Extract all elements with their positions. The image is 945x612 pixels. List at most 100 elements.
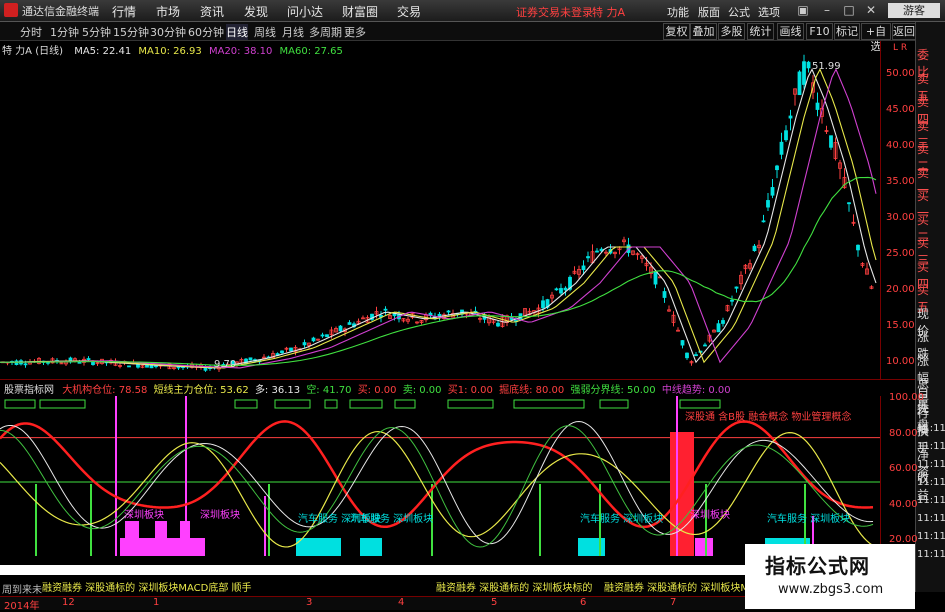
period-multi[interactable]: 多周期 <box>309 24 342 40</box>
y-tick: 10.00 <box>886 356 915 367</box>
guest-button[interactable]: 游客 <box>888 3 940 18</box>
x-label: 12 <box>62 597 75 608</box>
menu-discover[interactable]: 发现 <box>244 3 268 20</box>
menu-market[interactable]: 市场 <box>156 3 180 20</box>
ind-value: 中线趋势: 0.00 <box>661 385 731 396</box>
candle-body <box>766 200 770 208</box>
sector-block <box>360 538 382 556</box>
menu-quotes[interactable]: 行情 <box>112 3 136 20</box>
restore-icon[interactable]: ▣ <box>796 3 810 17</box>
f10-button[interactable]: F10 <box>806 23 833 40</box>
period-more[interactable]: 更多 <box>344 24 366 40</box>
y-tick: 35.00 <box>886 176 915 187</box>
y-tick: 20.00 <box>886 284 915 295</box>
candle-body <box>496 322 500 327</box>
time-value: 11:11 <box>917 495 945 506</box>
time-column: 11:11 11:11 11:11 11:11 11:11 11:11 11:1… <box>917 420 945 564</box>
candle-body <box>302 342 307 346</box>
ma20-line <box>0 68 877 369</box>
adjust-button[interactable]: 复权 <box>663 23 690 40</box>
sector-label: 汽车服务 深圳板块 <box>580 514 664 525</box>
menu-layout[interactable]: 版面 <box>698 4 720 20</box>
y-tick: 45.00 <box>886 104 915 115</box>
brand-url: www.zbgs3.com <box>778 582 884 597</box>
candle-body <box>23 363 28 366</box>
period-timeshare[interactable]: 分时 <box>20 24 42 40</box>
maximize-icon[interactable]: □ <box>842 3 856 17</box>
period-15min[interactable]: 15分钟 <box>113 24 149 40</box>
candle-body <box>716 323 721 333</box>
ind-y-tick: 60.00 <box>889 463 918 474</box>
ind-value: 强弱分界线: 50.00 <box>570 385 656 396</box>
minimize-icon[interactable]: – <box>820 3 834 17</box>
stats-button[interactable]: 统计 <box>747 23 774 40</box>
candle-body <box>347 322 352 325</box>
period-daily[interactable]: 日线 <box>226 24 248 40</box>
period-30min[interactable]: 30分钟 <box>150 24 186 40</box>
sector-label: 深圳板块 <box>200 510 240 521</box>
candle-body <box>734 286 739 289</box>
indicator-name[interactable]: 股票指标网 <box>4 385 54 396</box>
sector-block <box>296 538 341 556</box>
y-tick: 40.00 <box>886 140 915 151</box>
time-value: 11:11 <box>917 549 945 560</box>
candle-body <box>784 130 788 141</box>
bottom-left-text: 周到来未 <box>2 585 42 596</box>
candle-body <box>829 135 833 148</box>
period-60min[interactable]: 60分钟 <box>188 24 224 40</box>
sector-block <box>120 538 205 556</box>
x-label: 6 <box>580 597 587 608</box>
draw-button[interactable]: 画线 <box>777 23 804 40</box>
sector-label: 深圳板块 <box>690 510 730 521</box>
menu-function[interactable]: 功能 <box>667 4 689 20</box>
x-label: 1 <box>153 597 160 608</box>
signal-box <box>599 399 629 409</box>
period-1min[interactable]: 1分钟 <box>50 24 79 40</box>
menu-news[interactable]: 资讯 <box>200 3 224 20</box>
candle-body <box>586 256 590 259</box>
candle-body <box>383 308 388 311</box>
signal-box <box>513 399 585 409</box>
sector-block <box>155 521 167 539</box>
add-watchlist-button[interactable]: +自选 <box>861 23 891 53</box>
time-value: 11:11 <box>917 513 945 524</box>
x-label: 4 <box>398 597 405 608</box>
ma10-line <box>0 68 877 369</box>
close-icon[interactable]: ✕ <box>864 3 878 17</box>
candle-body <box>847 202 851 205</box>
candle-body <box>770 187 775 196</box>
overlay-button[interactable]: 叠加 <box>690 23 717 40</box>
menu-formula[interactable]: 公式 <box>728 4 750 20</box>
period-weekly[interactable]: 周线 <box>254 24 276 40</box>
time-value: 11:11 <box>917 459 945 470</box>
period-5min[interactable]: 5分钟 <box>82 24 111 40</box>
candle-body <box>856 244 860 251</box>
y-tick: 50.00 <box>886 68 915 79</box>
multi-stock-button[interactable]: 多股 <box>718 23 745 40</box>
y-tick: 25.00 <box>886 248 915 259</box>
watermark-brand: 指标公式网 www.zbgs3.com <box>745 544 915 609</box>
menu-ask[interactable]: 问小达 <box>287 3 323 20</box>
ind-value: 掘底线: 80.00 <box>499 385 565 396</box>
candle-body <box>446 310 451 313</box>
ind-value: 买: 0.00 <box>357 385 397 396</box>
menu-trade[interactable]: 交易 <box>397 3 421 20</box>
candle-body <box>559 288 563 294</box>
mark-button[interactable]: 标记 <box>834 23 860 40</box>
time-value: 11:11 <box>917 477 945 488</box>
back-button[interactable]: 返回 <box>892 23 916 40</box>
login-warning[interactable]: 证券交易未登录 <box>516 4 593 20</box>
ind-y-tick: 100.00 <box>889 392 924 403</box>
period-monthly[interactable]: 月线 <box>282 24 304 40</box>
x-label: 3 <box>306 597 313 608</box>
candle-body <box>662 291 667 298</box>
stock-name: 特 力A <box>592 6 626 19</box>
candle-body <box>721 320 725 324</box>
menu-wealth[interactable]: 财富圈 <box>342 3 378 20</box>
candle-body <box>779 141 784 155</box>
candlestick-chart[interactable]: 51.99 9.70 <box>0 41 880 379</box>
menu-options[interactable]: 选项 <box>758 4 780 20</box>
low-price-label: 9.70 <box>214 359 236 370</box>
signal-box <box>234 399 258 409</box>
sector-block <box>695 538 713 556</box>
